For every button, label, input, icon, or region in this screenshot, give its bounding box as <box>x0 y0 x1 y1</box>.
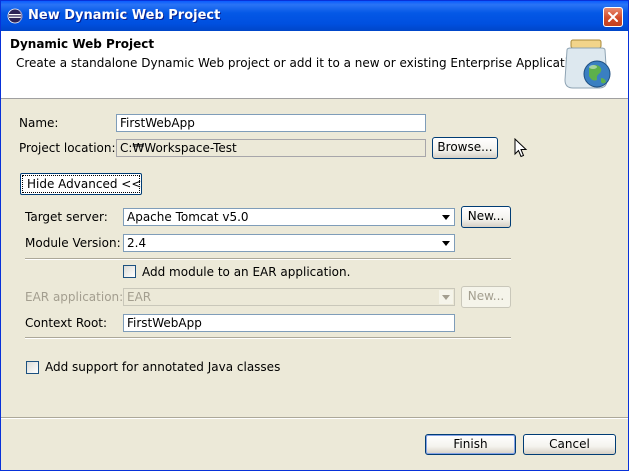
page-title: Dynamic Web Project <box>10 37 155 51</box>
target-server-label: Target server: <box>25 210 108 224</box>
chevron-down-icon <box>442 241 450 246</box>
cancel-button[interactable]: Cancel <box>523 434 616 455</box>
project-location-input[interactable]: C:₩Workspace-Test <box>116 139 426 157</box>
add-to-ear-label: Add module to an EAR application. <box>142 265 351 279</box>
new-ear-button[interactable]: New... <box>461 286 511 308</box>
finish-button[interactable]: Finish <box>425 434 516 455</box>
title-bar[interactable]: New Dynamic Web Project <box>1 1 628 31</box>
ear-application-dropdown[interactable] <box>439 290 453 304</box>
new-server-button[interactable]: New... <box>461 206 511 228</box>
module-version-label: Module Version: <box>25 236 121 250</box>
chevron-down-icon <box>442 215 450 220</box>
window-title: New Dynamic Web Project <box>28 8 221 23</box>
context-root-label: Context Root: <box>25 316 108 330</box>
module-version-value: 2.4 <box>127 236 147 250</box>
wizard-header: Dynamic Web Project Create a standalone … <box>1 31 628 99</box>
close-icon <box>608 12 618 22</box>
ear-application-select[interactable]: EAR <box>123 288 455 306</box>
browse-button[interactable]: Browse... <box>432 137 498 159</box>
name-label: Name: <box>19 116 59 130</box>
context-root-input[interactable]: FirstWebApp <box>123 314 455 332</box>
web-project-jar-icon <box>564 39 611 89</box>
close-button[interactable] <box>603 7 623 27</box>
mouse-cursor-icon <box>514 138 528 158</box>
annotated-classes-label: Add support for annotated Java classes <box>45 360 281 374</box>
annotated-classes-checkbox[interactable] <box>26 361 39 374</box>
separator <box>25 258 511 260</box>
target-server-select[interactable]: Apache Tomcat v5.0 <box>123 208 455 226</box>
chevron-down-icon <box>442 295 450 300</box>
ear-application-value: EAR <box>127 290 152 304</box>
separator <box>25 337 511 339</box>
project-location-label: Project location: <box>19 141 116 155</box>
eclipse-icon <box>7 8 23 24</box>
dialog-window: New Dynamic Web Project Dynamic Web Proj… <box>0 0 629 471</box>
page-description: Create a standalone Dynamic Web project … <box>16 56 587 70</box>
ear-application-label: EAR application: <box>25 290 124 304</box>
module-version-dropdown[interactable] <box>439 236 453 250</box>
module-version-select[interactable]: 2.4 <box>123 234 455 252</box>
hide-advanced-label: Hide Advanced << <box>22 175 141 193</box>
hide-advanced-button[interactable]: Hide Advanced << <box>20 173 142 195</box>
target-server-dropdown[interactable] <box>439 210 453 224</box>
name-input[interactable]: FirstWebApp <box>116 114 426 132</box>
footer-separator <box>1 417 628 419</box>
target-server-value: Apache Tomcat v5.0 <box>127 210 249 224</box>
add-to-ear-checkbox[interactable] <box>123 265 136 278</box>
